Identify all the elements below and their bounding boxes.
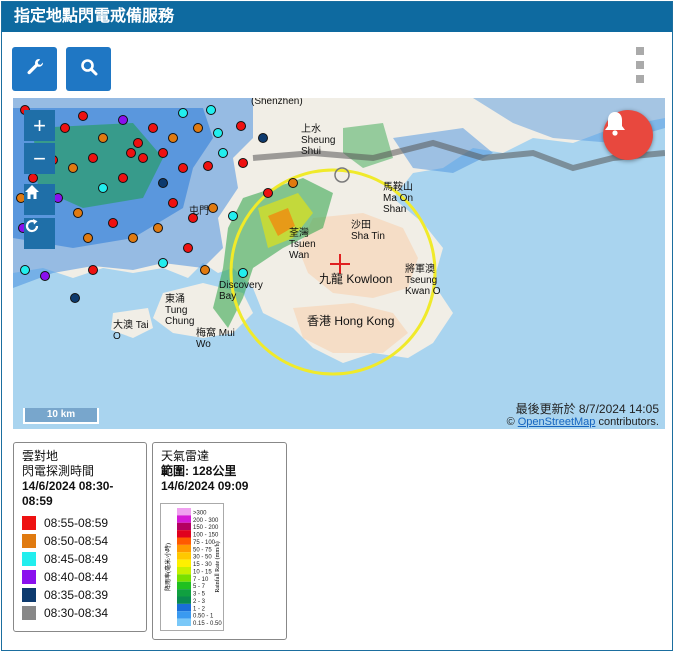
rain-scale-swatch bbox=[177, 596, 191, 604]
wrench-icon bbox=[25, 57, 45, 82]
rain-scale-swatch bbox=[177, 515, 191, 523]
osm-link[interactable]: OpenStreetMap bbox=[518, 416, 596, 428]
rain-scale-swatch bbox=[177, 552, 191, 560]
lightning-legend-item: 08:55-08:59 bbox=[22, 514, 138, 532]
kebab-menu-icon[interactable] bbox=[634, 47, 646, 83]
home-button[interactable] bbox=[24, 184, 55, 215]
rain-scale-label: 200 - 300 bbox=[193, 518, 219, 524]
zoom-out-button[interactable]: − bbox=[24, 143, 55, 174]
rain-scale-swatch bbox=[177, 603, 191, 612]
rain-scale-swatch bbox=[177, 522, 191, 531]
radar-legend-range: 範圍: 128公里 bbox=[161, 464, 237, 478]
label-discovery-bay: Discovery Bay bbox=[219, 280, 263, 302]
legend-label: 08:40-08:44 bbox=[44, 570, 109, 584]
label-tung-chung: 東涌 Tung Chung bbox=[165, 294, 195, 327]
rain-scale-label: 10 - 15 bbox=[193, 569, 212, 575]
label-kowloon: 九龍 Kowloon bbox=[319, 272, 393, 286]
last-updated: 最後更新於 8/7/2024 14:05 bbox=[515, 402, 659, 416]
rain-scale-swatch bbox=[177, 530, 191, 538]
lightning-legend-item: 08:40-08:44 bbox=[22, 568, 138, 586]
legend-swatch bbox=[22, 552, 36, 566]
rain-scale-label: 15 - 30 bbox=[193, 562, 212, 568]
rain-scale-label: 5 - 7 bbox=[193, 584, 206, 590]
rain-scale-label: 0.50 - 1 bbox=[193, 614, 214, 620]
search-button[interactable] bbox=[66, 47, 111, 91]
legend-swatch bbox=[22, 534, 36, 548]
rain-scale-label: 100 - 150 bbox=[193, 533, 219, 539]
label-sha-tin: 沙田 Sha Tin bbox=[351, 220, 385, 242]
label-mui-wo: 梅窩 Mui Wo bbox=[196, 328, 235, 350]
attribution: © OpenStreetMap contributors. bbox=[506, 416, 659, 428]
rain-scale-swatch bbox=[177, 611, 191, 619]
rain-scale-swatch bbox=[177, 574, 191, 582]
legend-label: 08:45-08:49 bbox=[44, 552, 109, 566]
label-shenzhen: (Shenzhen) bbox=[251, 98, 303, 107]
rain-scale-swatch bbox=[177, 567, 191, 575]
legend-swatch bbox=[22, 588, 36, 602]
lightning-legend-title: 雲對地 bbox=[22, 449, 59, 463]
legend-swatch bbox=[22, 570, 36, 584]
label-sheung-shui: 上水 Sheung Shui bbox=[301, 124, 336, 157]
radar-map[interactable]: 九龍 Kowloon 香港 Hong Kong 沙田 Sha Tin 荃灣 Ts… bbox=[13, 98, 665, 429]
rain-scale-label: >300 bbox=[193, 510, 207, 516]
legend-label: 08:30-08:34 bbox=[44, 606, 109, 620]
lightning-legend: 雲對地 閃電探測時間 14/6/2024 08:30-08:59 08:55-0… bbox=[13, 442, 147, 632]
label-tuen-mun: 屯門 bbox=[189, 206, 209, 217]
lightning-alert-panel: 指定地點閃電戒備服務 九龍 Kowloon 香港 Hong Kong 沙田 Sh… bbox=[1, 1, 673, 651]
rain-scale-label: 1 - 2 bbox=[193, 606, 206, 612]
lightning-legend-item: 08:35-08:39 bbox=[22, 586, 138, 604]
radar-legend-title: 天氣雷達 bbox=[161, 449, 210, 463]
alert-bell-button[interactable] bbox=[603, 110, 653, 160]
rain-scale-label: 7 - 10 bbox=[193, 577, 209, 583]
rain-scale-swatch bbox=[177, 589, 191, 597]
rain-scale-swatch bbox=[177, 537, 191, 545]
rain-scale-label: 150 - 200 bbox=[193, 525, 219, 531]
legend-swatch bbox=[22, 606, 36, 620]
label-tai-o: 大澳 Tai O bbox=[113, 320, 149, 342]
lightning-legend-item: 08:30-08:34 bbox=[22, 604, 138, 622]
lightning-legend-date: 14/6/2024 08:30-08:59 bbox=[22, 479, 114, 508]
rain-scale-label-english: Rainfall Rate (mm/h) bbox=[214, 541, 221, 592]
lightning-legend-item: 08:45-08:49 bbox=[22, 550, 138, 568]
scale-bar: 10 km bbox=[23, 408, 99, 424]
legend-label: 08:35-08:39 bbox=[44, 588, 109, 602]
legend-swatch bbox=[22, 516, 36, 530]
rain-scale-label: 3 - 5 bbox=[193, 592, 206, 598]
legend-label: 08:50-08:54 bbox=[44, 534, 109, 548]
rainfall-color-scale: >300 200 - 300 150 - 200 100 - 150 75 - 100 5… bbox=[160, 503, 224, 631]
zoom-in-button[interactable]: + bbox=[24, 110, 55, 141]
rain-scale-label: 75 - 100 bbox=[193, 540, 216, 546]
label-tsuen-wan: 荃灣 Tsuen Wan bbox=[289, 228, 316, 261]
panel-title: 指定地點閃電戒備服務 bbox=[2, 2, 672, 32]
refresh-button[interactable] bbox=[24, 218, 55, 249]
rain-scale-swatch bbox=[177, 559, 191, 567]
rain-scale-swatch bbox=[177, 508, 191, 516]
rain-scale-label: 0.15 - 0.50 bbox=[193, 621, 222, 627]
rain-scale-label-chinese: 降雨率(毫米/小時) bbox=[164, 543, 172, 591]
label-ma-on-shan: 馬鞍山 Ma On Shan bbox=[383, 182, 414, 215]
rain-scale-label: 2 - 3 bbox=[193, 599, 206, 605]
lightning-legend-subtitle: 閃電探測時間 bbox=[22, 464, 95, 478]
rain-scale-label: 30 - 50 bbox=[193, 555, 212, 561]
label-hong-kong: 香港 Hong Kong bbox=[307, 314, 395, 328]
radar-legend-datetime: 14/6/2024 09:09 bbox=[161, 479, 249, 493]
rain-scale-swatch bbox=[177, 544, 191, 553]
search-icon bbox=[80, 58, 98, 81]
label-tseung-kwan-o: 將軍澳 Tseung Kwan O bbox=[405, 264, 441, 297]
legend-label: 08:55-08:59 bbox=[44, 516, 109, 530]
lightning-legend-item: 08:50-08:54 bbox=[22, 532, 138, 550]
rain-scale-swatch bbox=[177, 581, 191, 590]
tools-button[interactable] bbox=[12, 47, 57, 91]
radar-legend: 天氣雷達 範圍: 128公里 14/6/2024 09:09 >300 200 -… bbox=[152, 442, 287, 640]
rain-scale-swatch bbox=[177, 618, 191, 626]
rain-scale-label: 50 - 75 bbox=[193, 547, 212, 553]
